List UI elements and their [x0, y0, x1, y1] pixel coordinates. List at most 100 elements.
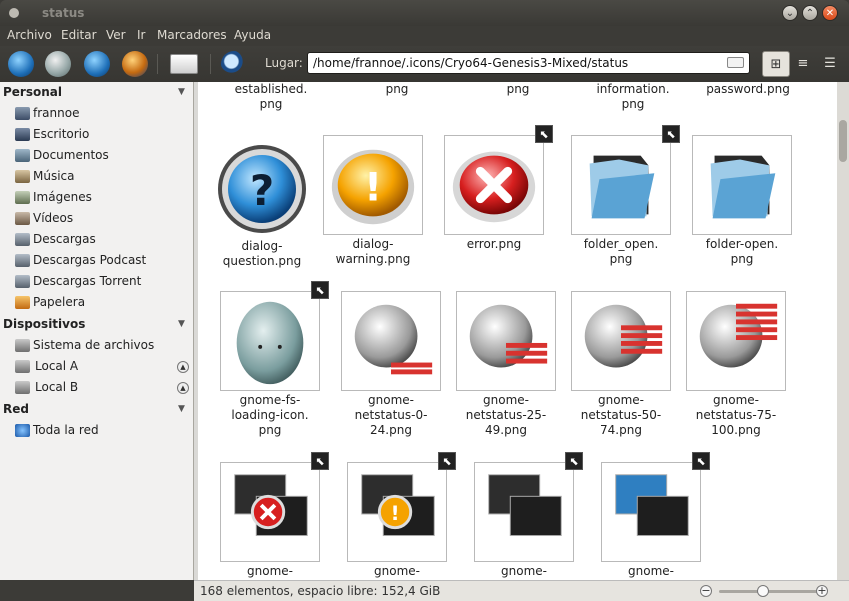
sidebar-item-descargas[interactable]: Descargas	[15, 230, 190, 250]
chevron-down-icon[interactable]: ▼	[178, 404, 185, 414]
sidebar-item-documentos[interactable]: Documentos	[15, 146, 190, 166]
eject-icon[interactable]: ▲	[177, 361, 189, 373]
forward-icon[interactable]	[45, 51, 71, 77]
menu-bar: Archivo Editar Ver Ir Marcadores Ayuda	[0, 26, 849, 46]
harddisk-icon	[15, 360, 30, 373]
sidebar-item-sistema-de-archivos[interactable]: Sistema de archivos	[15, 336, 190, 356]
file-name[interactable]: established. png	[211, 82, 331, 112]
file-name[interactable]: dialog-question.png	[202, 239, 322, 269]
menu-archivo[interactable]: Archivo	[7, 28, 52, 42]
file-name[interactable]: folder_open. png	[561, 237, 681, 267]
file-name[interactable]: gnome-	[337, 564, 457, 579]
status-text: 168 elementos, espacio libre: 152,4 GiB	[200, 584, 441, 598]
location-clear-icon[interactable]	[727, 57, 744, 68]
file-name[interactable]: information. png	[573, 82, 693, 112]
maximize-button[interactable]: ⌃	[802, 5, 818, 21]
location-label: Lugar:	[265, 56, 303, 70]
globe-netstatus-icon	[571, 291, 671, 391]
sidebar-item-videos[interactable]: Vídeos	[15, 209, 190, 229]
file-name[interactable]: gnome-	[591, 564, 711, 579]
network-warning-icon: !	[347, 462, 447, 562]
close-button[interactable]: ✕	[822, 5, 838, 21]
folder-icon	[15, 275, 30, 288]
menu-ayuda[interactable]: Ayuda	[234, 28, 271, 42]
home-globe-icon[interactable]	[122, 51, 148, 77]
back-icon[interactable]	[8, 51, 34, 77]
zoom-slider[interactable]	[719, 590, 823, 593]
sidebar-section-dispositivos[interactable]: Dispositivos	[3, 317, 85, 331]
file-name[interactable]: error.png	[434, 237, 554, 252]
minimize-button[interactable]: ⌄	[782, 5, 798, 21]
pictures-folder-icon	[15, 191, 30, 204]
documents-folder-icon	[15, 149, 30, 162]
file-name[interactable]: password.png	[688, 82, 808, 97]
folder-icon	[15, 254, 30, 267]
icon-view-button[interactable]: ⊞	[762, 51, 790, 77]
zoom-slider-handle[interactable]	[757, 585, 769, 597]
sidebar-item-descargas-torrent[interactable]: Descargas Torrent	[15, 272, 190, 292]
new-folder-icon[interactable]	[170, 54, 198, 74]
globe-netstatus-icon	[456, 291, 556, 391]
eject-icon[interactable]: ▲	[177, 382, 189, 394]
file-name[interactable]: gnome-netstatus-75- 100.png	[676, 393, 796, 438]
status-bar: 168 elementos, espacio libre: 152,4 GiB …	[194, 580, 849, 601]
vertical-scrollbar[interactable]	[837, 82, 849, 580]
search-icon[interactable]	[221, 51, 247, 77]
scrollbar-thumb[interactable]	[839, 120, 847, 162]
zoom-out-icon[interactable]: −	[700, 585, 712, 597]
svg-text:!: !	[364, 166, 382, 211]
network-icon	[15, 424, 30, 437]
sidebar-item-label: Papelera	[33, 295, 86, 309]
dialog-question-icon: ?	[212, 137, 312, 237]
menu-ver[interactable]: Ver	[106, 28, 126, 42]
file-name[interactable]: gnome-netstatus-25- 49.png	[446, 393, 566, 438]
chevron-down-icon[interactable]: ▼	[178, 319, 185, 329]
dialog-warning-icon: !	[323, 135, 423, 235]
title-bar: status ⌄ ⌃ ✕	[0, 0, 849, 26]
file-name[interactable]: folder-open. png	[682, 237, 802, 267]
sidebar-item-imagenes[interactable]: Imágenes	[15, 188, 190, 208]
sidebar-item-descargas-podcast[interactable]: Descargas Podcast	[15, 251, 190, 271]
sidebar-item-label: Descargas	[33, 232, 96, 246]
trash-icon	[15, 296, 30, 309]
sidebar-item-musica[interactable]: Música	[15, 167, 190, 187]
file-name[interactable]: gnome-netstatus-50- 74.png	[561, 393, 681, 438]
location-input[interactable]: /home/frannoe/.icons/Cryo64-Genesis3-Mix…	[307, 52, 750, 74]
compact-view-button[interactable]: ☰	[816, 51, 844, 77]
folder-open-icon	[692, 135, 792, 235]
menu-marcadores[interactable]: Marcadores	[157, 28, 227, 42]
sidebar-section-red[interactable]: Red	[3, 402, 29, 416]
sidebar-item-escritorio[interactable]: Escritorio	[15, 125, 190, 145]
sidebar-item-toda-la-red[interactable]: Toda la red	[15, 421, 190, 441]
symlink-arrow-icon: ⬉	[438, 452, 456, 470]
file-icon-view[interactable]: established. png png png information. png …	[198, 82, 837, 580]
chevron-down-icon[interactable]: ▼	[178, 87, 185, 97]
menu-editar[interactable]: Editar	[61, 28, 97, 42]
up-icon[interactable]	[84, 51, 110, 77]
sidebar-item-papelera[interactable]: Papelera	[15, 293, 190, 313]
toolbar: Lugar: /home/frannoe/.icons/Cryo64-Genes…	[0, 46, 849, 82]
sidebar-item-label: Descargas Torrent	[33, 274, 142, 288]
zoom-in-icon[interactable]: +	[816, 585, 828, 597]
globe-netstatus-icon	[686, 291, 786, 391]
file-name[interactable]: png	[458, 82, 578, 97]
window-menu-icon[interactable]	[9, 8, 19, 18]
network-receive-icon	[601, 462, 701, 562]
list-view-button[interactable]: ≡	[789, 51, 817, 77]
sidebar-item-local-b[interactable]: Local B ▲	[15, 378, 190, 398]
sidebar-item-frannoe[interactable]: frannoe	[15, 104, 190, 124]
computer-icon	[15, 107, 30, 120]
file-name[interactable]: gnome-	[464, 564, 584, 579]
file-name[interactable]: gnome-fs-loading-icon. png	[210, 393, 330, 438]
sidebar: Personal ▼ frannoe Escritorio Documentos…	[0, 82, 194, 580]
harddisk-icon	[15, 339, 30, 352]
file-name[interactable]: gnome-netstatus-0- 24.png	[331, 393, 451, 438]
menu-ir[interactable]: Ir	[137, 28, 145, 42]
network-error-icon	[220, 462, 320, 562]
file-name[interactable]: png	[337, 82, 457, 97]
sidebar-section-personal[interactable]: Personal	[3, 85, 62, 99]
globe-netstatus-icon	[341, 291, 441, 391]
sidebar-item-local-a[interactable]: Local A ▲	[15, 357, 190, 377]
file-name[interactable]: gnome-	[210, 564, 330, 579]
file-name[interactable]: dialog-warning.png	[313, 237, 433, 267]
